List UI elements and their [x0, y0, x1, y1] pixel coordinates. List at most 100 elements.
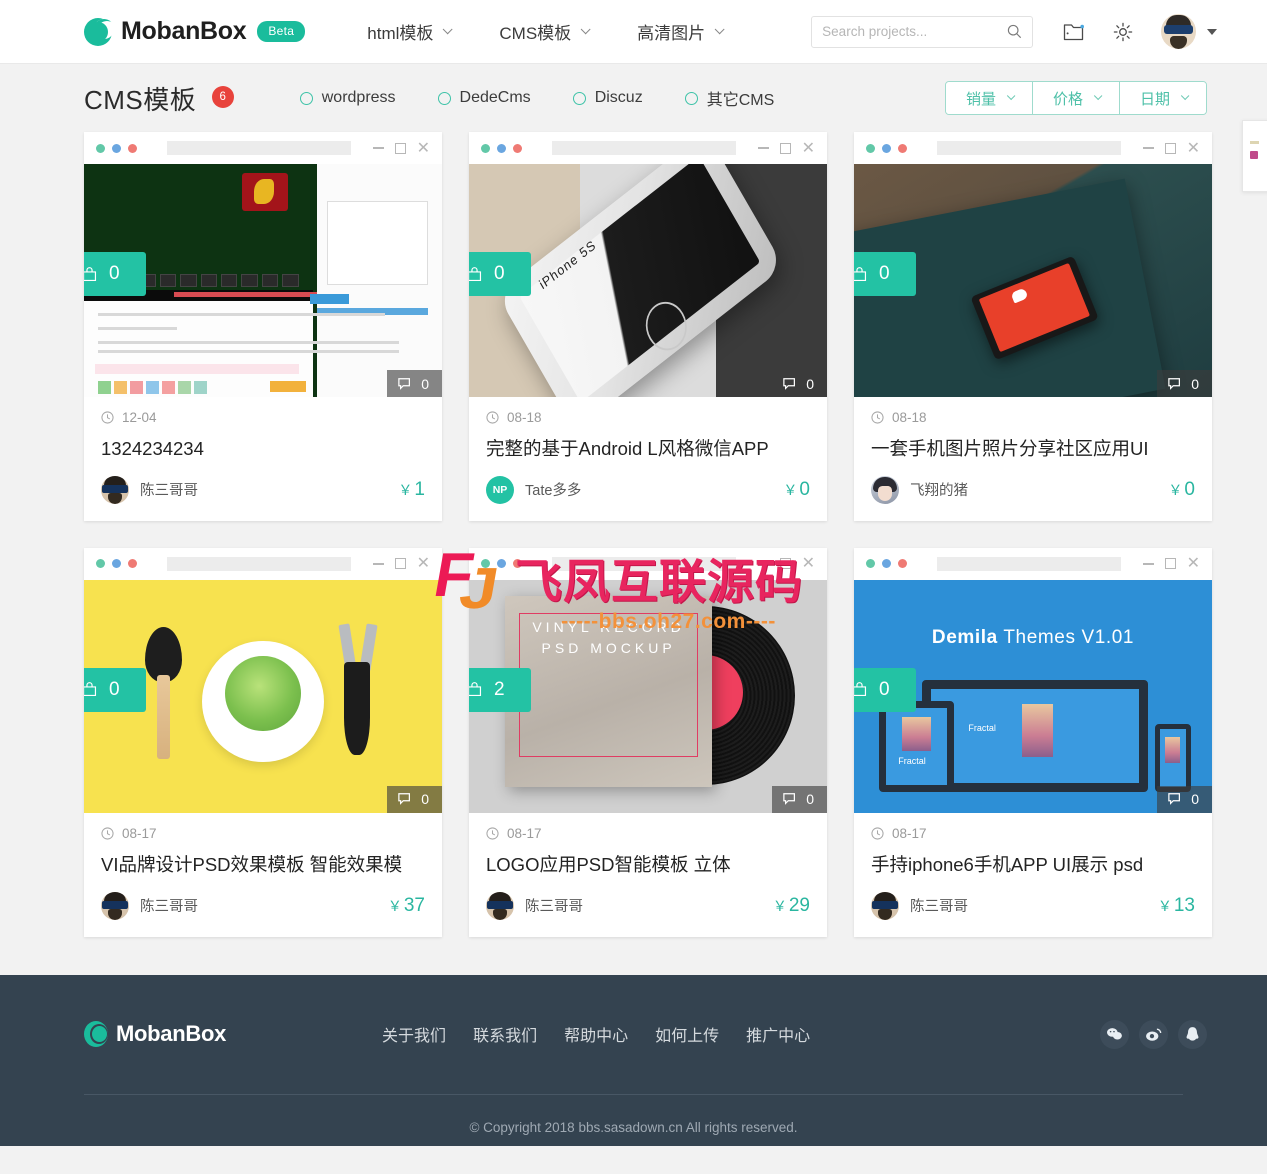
- price-value: 13: [1173, 894, 1195, 916]
- footer-brand[interactable]: MobanBox: [84, 1021, 226, 1048]
- window-buttons: ✕: [1142, 555, 1200, 573]
- footer-social-links: [1100, 1019, 1207, 1049]
- author-name[interactable]: 陈三哥哥: [525, 895, 583, 916]
- template-card[interactable]: ✕ 0 0: [854, 132, 1212, 521]
- author-name[interactable]: 陈三哥哥: [910, 895, 968, 916]
- window-dots: [481, 143, 522, 153]
- sales-count-badge: 0: [84, 252, 146, 296]
- currency-symbol: ￥: [1168, 481, 1183, 498]
- gear-icon[interactable]: [1112, 21, 1134, 43]
- author-name[interactable]: 飞翔的猪: [910, 479, 968, 500]
- url-bar: [937, 141, 1121, 155]
- author-avatar[interactable]: [101, 891, 129, 920]
- chevron-down-icon[interactable]: [1207, 28, 1218, 35]
- filter-discuz[interactable]: Discuz: [572, 89, 643, 107]
- filter-dedecms[interactable]: DedeCms: [437, 89, 531, 107]
- author-avatar[interactable]: [486, 891, 514, 920]
- page-footer: MobanBox 关于我们 联系我们 帮助中心 如何上传 推广中心 © Copy…: [0, 974, 1267, 1146]
- shopping-bag-icon: [469, 266, 483, 283]
- card-footer: 陈三哥哥 ￥ 29: [469, 878, 827, 937]
- card-thumbnail[interactable]: 0 0: [854, 164, 1212, 397]
- price-value: 37: [403, 894, 425, 916]
- sort-by-price[interactable]: 价格: [1032, 82, 1120, 114]
- template-card[interactable]: ✕ 0 0 12-04 1324234234 陈三哥哥 ￥ 1: [84, 132, 442, 521]
- author-avatar[interactable]: [871, 475, 899, 504]
- footer-link-about[interactable]: 关于我们: [382, 1022, 446, 1046]
- footer-link-how-to-upload[interactable]: 如何上传: [655, 1022, 719, 1046]
- author-name[interactable]: 陈三哥哥: [140, 479, 198, 500]
- card-title[interactable]: 手持iphone6手机APP UI展示 psd: [854, 841, 1212, 878]
- card-thumbnail[interactable]: 0 0: [84, 164, 442, 397]
- card-thumbnail[interactable]: Demila Themes V1.01 Fractal Fractal 0 0: [854, 579, 1212, 813]
- close-icon: ✕: [801, 555, 815, 573]
- close-icon: ✕: [1186, 555, 1200, 573]
- card-price: ￥ 13: [1158, 895, 1195, 917]
- sort-label: 价格: [1052, 90, 1083, 108]
- page-title-text: CMS模板: [84, 84, 197, 115]
- author-avatar[interactable]: [101, 475, 129, 504]
- comment-count-badge: 0: [772, 370, 827, 397]
- template-card[interactable]: ✕ iPhone 5S 0 0 08-18 完整的基于Android L风格微信…: [469, 132, 827, 521]
- comment-count-badge: 0: [387, 370, 442, 397]
- footer-link-help[interactable]: 帮助中心: [564, 1022, 628, 1046]
- card-title[interactable]: LOGO应用PSD智能模板 立体: [469, 841, 827, 878]
- sort-by-sales[interactable]: 销量: [945, 82, 1033, 114]
- nav-item-cms-templates[interactable]: CMS模板: [499, 19, 591, 44]
- filter-label: wordpress: [321, 89, 396, 106]
- template-card[interactable]: ✕ VINYL RECORD PSD MOCKUP 2 0 08-17 LOGO…: [469, 547, 827, 937]
- card-title[interactable]: 1324234234: [84, 425, 442, 462]
- url-bar: [167, 556, 351, 571]
- mobanbox-logo-icon: [84, 17, 114, 46]
- price-value: 29: [788, 894, 810, 916]
- browser-chrome-bar: ✕: [469, 547, 827, 580]
- search-box[interactable]: [811, 15, 1034, 48]
- template-card[interactable]: ✕ Demila Themes V1.01 Fractal Fractal 0 …: [854, 547, 1212, 937]
- comment-icon: [783, 793, 796, 806]
- user-menu[interactable]: [1161, 14, 1218, 49]
- shopping-bag-icon: [84, 681, 98, 698]
- radio-icon[interactable]: [684, 91, 698, 105]
- search-icon[interactable]: [1007, 24, 1022, 39]
- radio-icon[interactable]: [437, 91, 451, 105]
- author-name[interactable]: Tate多多: [525, 479, 581, 500]
- price-value: 1: [414, 478, 425, 500]
- sales-count: 0: [494, 263, 505, 284]
- search-input[interactable]: [822, 24, 1008, 39]
- comment-icon: [1168, 793, 1181, 806]
- nav-item-hd-images[interactable]: 高清图片: [637, 19, 725, 44]
- card-title[interactable]: VI品牌设计PSD效果模板 智能效果模: [84, 841, 442, 878]
- comment-icon: [398, 793, 411, 806]
- radio-icon[interactable]: [572, 91, 586, 105]
- card-price: ￥ 29: [773, 895, 810, 917]
- sales-count: 0: [109, 263, 120, 284]
- qq-icon[interactable]: [1178, 1019, 1207, 1049]
- card-thumbnail[interactable]: iPhone 5S 0 0: [469, 164, 827, 397]
- author-avatar[interactable]: [871, 891, 899, 920]
- price-value: 0: [799, 478, 810, 500]
- wallet-icon[interactable]: [1063, 22, 1085, 42]
- card-title[interactable]: 一套手机图片照片分享社区应用UI: [854, 425, 1212, 462]
- author-name[interactable]: 陈三哥哥: [140, 895, 198, 916]
- avatar[interactable]: [1161, 14, 1197, 49]
- weibo-icon[interactable]: [1139, 1019, 1168, 1049]
- window-buttons: ✕: [757, 140, 815, 156]
- author-avatar[interactable]: NP: [486, 475, 514, 504]
- category-filters: wordpress DedeCms Discuz 其它CMS: [299, 86, 817, 110]
- footer-link-contact[interactable]: 联系我们: [473, 1022, 537, 1046]
- footer-link-promotion[interactable]: 推广中心: [746, 1022, 810, 1046]
- filter-other-cms[interactable]: 其它CMS: [684, 86, 774, 110]
- brand-logo[interactable]: MobanBox Beta: [84, 17, 306, 46]
- card-title[interactable]: 完整的基于Android L风格微信APP: [469, 425, 827, 462]
- sort-by-date[interactable]: 日期: [1119, 82, 1206, 114]
- template-card[interactable]: ✕ 0 0: [84, 547, 442, 937]
- sort-label: 销量: [965, 90, 996, 108]
- minimize-icon: [372, 147, 384, 149]
- sort-label: 日期: [1139, 90, 1170, 108]
- card-thumbnail[interactable]: VINYL RECORD PSD MOCKUP 2 0: [469, 579, 827, 813]
- radio-icon[interactable]: [299, 91, 313, 105]
- filter-wordpress[interactable]: wordpress: [299, 89, 396, 107]
- wechat-icon[interactable]: [1100, 1019, 1129, 1049]
- nav-item-html-templates[interactable]: html模板: [367, 19, 453, 44]
- close-icon: ✕: [416, 555, 430, 573]
- card-thumbnail[interactable]: 0 0: [84, 579, 442, 813]
